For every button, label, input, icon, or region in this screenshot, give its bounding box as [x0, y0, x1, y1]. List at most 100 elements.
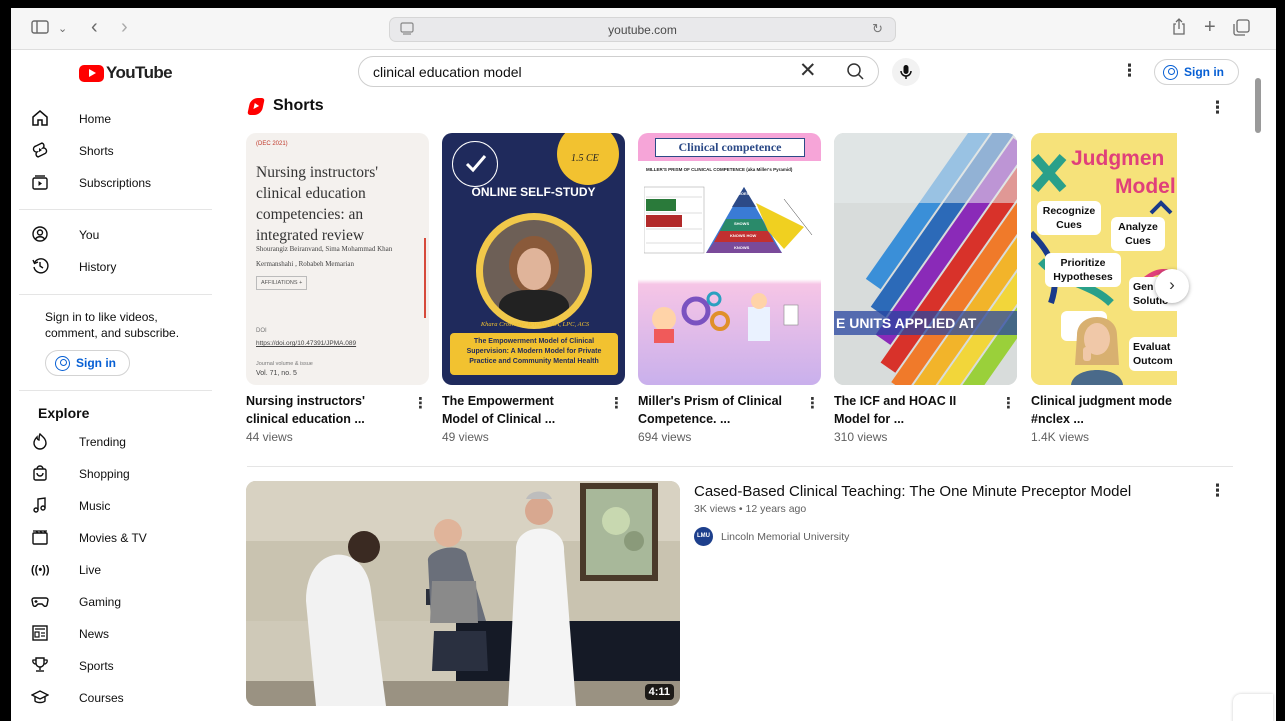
short-title-line: Competence. ... [638, 412, 731, 426]
settings-menu-icon[interactable]: ⋮ [1121, 61, 1138, 81]
tabs-icon[interactable] [1233, 19, 1250, 42]
sidebar-item-gaming[interactable]: Gaming [31, 592, 121, 612]
sidebar-item-courses[interactable]: Courses [30, 688, 124, 708]
video-channel[interactable]: LMU Lincoln Memorial University [694, 527, 849, 546]
youtube-logo[interactable]: YouTube [79, 63, 173, 83]
back-icon[interactable]: ‹ [91, 17, 98, 37]
video-menu-icon[interactable]: ⋮ [1209, 481, 1226, 501]
short-title-line: Miller's Prism of Clinical [638, 394, 782, 408]
thumb-heading: Model [1115, 175, 1176, 198]
short-title-line: #nclex ... [1031, 412, 1084, 426]
sidebar-item-you[interactable]: You [31, 225, 99, 246]
search-button[interactable] [830, 57, 880, 86]
sign-in-label: Sign in [1184, 65, 1224, 79]
user-icon [1163, 64, 1178, 80]
short-thumbnail[interactable]: 1.5 CE ONLINE SELF-STUDY Khara Croswaite… [442, 133, 625, 385]
short-title[interactable]: The ICF and HOAC II Model for ... [834, 392, 989, 428]
sports-icon [31, 656, 49, 677]
history-icon [31, 257, 49, 278]
thumb-affiliations: AFFILIATIONS + [256, 276, 308, 290]
home-icon [31, 109, 49, 130]
sidebar-item-movies-tv[interactable]: Movies & TV [31, 528, 147, 548]
judgment-step: Evaluat Outcom [1129, 337, 1177, 371]
sidebar-item-shopping[interactable]: Shopping [31, 464, 130, 484]
shorts-shelf-header: Shorts [247, 97, 324, 115]
sign-in-button[interactable]: Sign in [1154, 59, 1239, 85]
sidebar-item-label: History [79, 260, 117, 274]
miller-pyramid-diagram: DOES SHOWS KNOWS HOW KNOWS [643, 179, 814, 259]
sidebar-item-label: Trending [79, 435, 126, 449]
short-title[interactable]: Miller's Prism of Clinical Competence. .… [638, 392, 793, 428]
thumb-heading: Judgmen [1071, 147, 1165, 170]
sidebar-sign-in-button[interactable]: Sign in [45, 350, 130, 376]
music-icon [31, 496, 49, 517]
sidebar-item-music[interactable]: Music [31, 496, 110, 517]
subscriptions-icon [31, 173, 49, 194]
thumb-accent-bar [424, 238, 426, 318]
video-thumbnail[interactable]: 4:11 [246, 481, 680, 706]
sidebar-item-label: Courses [79, 691, 124, 705]
reload-icon[interactable]: ↻ [872, 21, 883, 37]
sidebar-item-label: News [79, 627, 110, 641]
live-icon: ((•)) [31, 564, 50, 576]
short-thumbnail[interactable]: (DEC 2021) Nursing instructors' clinical… [246, 133, 429, 385]
thumb-volume: Vol. 71, no. 5 [256, 370, 297, 377]
voice-search-button[interactable] [892, 58, 920, 86]
sidebar-item-home[interactable]: Home [31, 109, 111, 130]
page-scrollbar[interactable] [1255, 78, 1261, 133]
short-views: 44 views [246, 430, 293, 444]
address-bar[interactable]: youtube.com ↻ [389, 17, 896, 42]
sidebar-divider [19, 294, 212, 295]
you-icon [31, 225, 49, 246]
sidebar-item-label: Movies & TV [79, 531, 147, 545]
short-thumbnail[interactable]: E UNITS APPLIED AT [834, 133, 1017, 385]
pyramid-level: KNOWS [734, 245, 750, 250]
section-divider [247, 466, 1233, 467]
share-icon[interactable] [1171, 18, 1187, 42]
short-title-line: Nursing instructors' [246, 394, 365, 408]
short-views: 49 views [442, 430, 489, 444]
sidebar-item-label: Sports [79, 659, 114, 673]
thumb-heading: Clinical competence [655, 138, 805, 157]
ce-badge-text: 1.5 CE [571, 153, 599, 164]
sidebar-item-shorts[interactable]: Shorts [31, 141, 114, 161]
chevron-down-icon[interactable]: ⌄ [58, 19, 67, 39]
ce-badge: 1.5 CE [557, 133, 619, 185]
sidebar-item-history[interactable]: History [31, 257, 116, 278]
presenter-name: Khara Croswaite Brindle, MA, LPC, ACS [480, 321, 590, 328]
short-menu-icon[interactable]: ⋮ [805, 394, 820, 412]
short-thumbnail[interactable]: Judgmen Model Recognize Cues Analyze Cue… [1031, 133, 1177, 385]
short-title[interactable]: The Empowerment Model of Clinical ... [442, 392, 597, 428]
channel-avatar[interactable]: LMU [694, 527, 713, 546]
new-tab-icon[interactable]: + [1204, 17, 1216, 37]
short-menu-icon[interactable]: ⋮ [609, 394, 624, 412]
sidebar-item-trending[interactable]: Trending [31, 432, 126, 452]
sidebar-item-news[interactable]: News [31, 624, 109, 644]
shelf-next-button[interactable]: › [1155, 269, 1189, 303]
channel-name[interactable]: Lincoln Memorial University [721, 531, 849, 543]
sidebar-item-label: Music [79, 499, 111, 513]
short-menu-icon[interactable]: ⋮ [1001, 394, 1016, 412]
thumb-heading: ONLINE SELF-STUDY [471, 185, 596, 199]
sign-in-label: Sign in [76, 356, 116, 370]
short-thumbnail[interactable]: Clinical competence MILLER'S PRISM OF CL… [638, 133, 821, 385]
short-views: 694 views [638, 430, 692, 444]
sidebar-item-sports[interactable]: Sports [31, 656, 114, 677]
thumb-header: (DEC 2021) [256, 141, 288, 147]
forward-icon[interactable]: › [121, 17, 128, 37]
sidebar-icon[interactable] [31, 19, 49, 41]
sidebar-item-live[interactable]: ((•)) Live [31, 560, 101, 580]
short-title-line: Model of Clinical ... [442, 412, 556, 426]
pyramid-level: KNOWS HOW [730, 233, 757, 238]
short-title[interactable]: Nursing instructors' clinical education … [246, 392, 401, 428]
colored-pencils-image [834, 133, 1017, 385]
search-input[interactable] [373, 57, 783, 86]
video-title[interactable]: Cased-Based Clinical Teaching: The One M… [694, 483, 1131, 500]
shelf-menu-icon[interactable]: ⋮ [1209, 98, 1226, 118]
chevron-right-icon: › [1169, 275, 1175, 294]
short-menu-icon[interactable]: ⋮ [413, 394, 428, 412]
sidebar-item-subscriptions[interactable]: Subscriptions [31, 173, 151, 194]
short-title[interactable]: Clinical judgment mode #nclex ... [1031, 392, 1177, 428]
clear-search-icon[interactable]: ✕ [799, 60, 817, 82]
short-title-line: Model for ... [834, 412, 905, 426]
